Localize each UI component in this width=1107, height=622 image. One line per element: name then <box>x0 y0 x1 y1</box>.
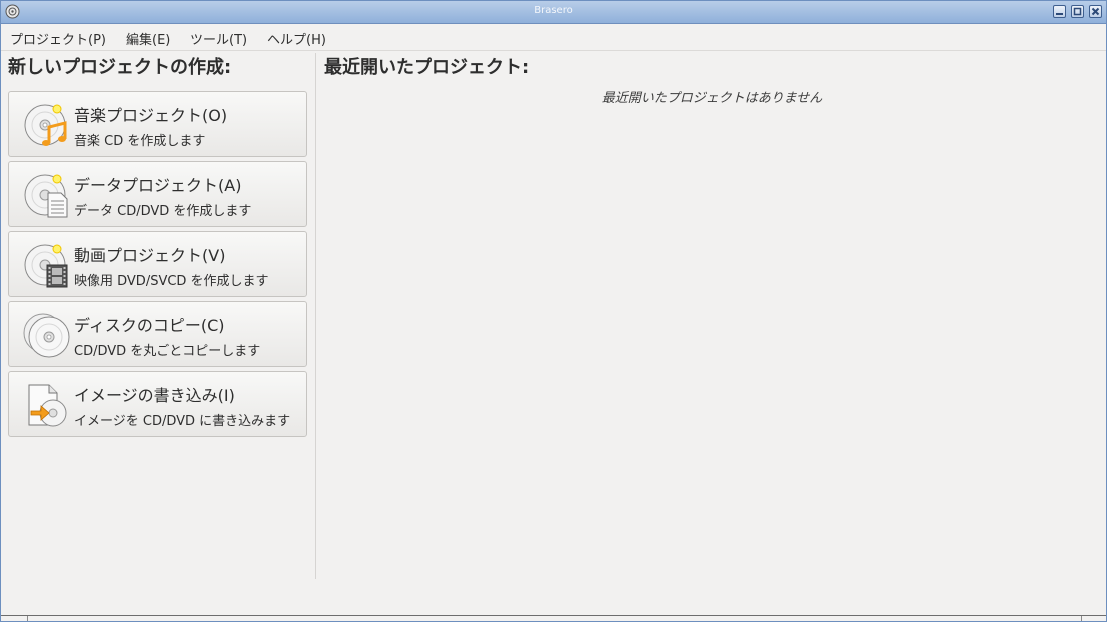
close-button[interactable] <box>1089 5 1102 18</box>
status-separator <box>27 616 28 621</box>
image-burn-label: イメージの書き込み(I) <box>74 386 235 405</box>
close-icon <box>1091 7 1100 16</box>
disc-copy-label: ディスクのコピー(C) <box>74 316 225 335</box>
menu-help[interactable]: ヘルプ(H) <box>267 29 326 48</box>
audio-disc-icon <box>24 104 67 146</box>
disc-copy-icon <box>23 313 70 358</box>
video-project-label: 動画プロジェクト(V) <box>74 246 226 265</box>
minimize-button[interactable] <box>1053 5 1066 18</box>
maximize-button[interactable] <box>1071 5 1084 18</box>
audio-project-desc: 音楽 CD を作成します <box>74 134 206 149</box>
maximize-icon <box>1073 7 1082 16</box>
recent-projects-empty-text: 最近開いたプロジェクトはありません <box>601 91 823 106</box>
app-window: Brasero プロジェクト(P) 編集(E) ツール(T) ヘルプ(H) 新し… <box>0 0 1107 622</box>
pane-divider[interactable] <box>315 53 316 579</box>
image-burn-button[interactable]: イメージの書き込み(I) イメージを CD/DVD に書き込みます <box>8 371 307 437</box>
image-burn-desc: イメージを CD/DVD に書き込みます <box>74 414 291 429</box>
recent-projects-heading: 最近開いたプロジェクト: <box>324 57 530 78</box>
data-project-label: データプロジェクト(A) <box>74 176 242 195</box>
disc-copy-desc: CD/DVD を丸ごとコピーします <box>74 344 261 359</box>
window-title: Brasero <box>534 5 573 16</box>
status-bar <box>1 615 1106 621</box>
data-disc-icon <box>24 174 68 218</box>
audio-project-label: 音楽プロジェクト(O) <box>74 106 228 125</box>
data-project-button[interactable]: データプロジェクト(A) データ CD/DVD を作成します <box>8 161 307 227</box>
status-separator <box>1081 616 1082 621</box>
menu-bar: プロジェクト(P) 編集(E) ツール(T) ヘルプ(H) <box>1 24 1106 51</box>
minimize-icon <box>1056 13 1063 15</box>
audio-project-button[interactable]: 音楽プロジェクト(O) 音楽 CD を作成します <box>8 91 307 157</box>
menu-project[interactable]: プロジェクト(P) <box>10 29 106 48</box>
video-project-button[interactable]: 動画プロジェクト(V) 映像用 DVD/SVCD を作成します <box>8 231 307 297</box>
menu-tools[interactable]: ツール(T) <box>190 29 247 48</box>
menu-edit[interactable]: 編集(E) <box>126 29 170 48</box>
image-burn-icon <box>28 384 67 427</box>
new-project-heading: 新しいプロジェクトの作成: <box>8 57 232 78</box>
data-project-desc: データ CD/DVD を作成します <box>74 204 252 219</box>
video-disc-icon <box>24 244 68 288</box>
title-bar[interactable]: Brasero <box>1 1 1106 24</box>
disc-copy-button[interactable]: ディスクのコピー(C) CD/DVD を丸ごとコピーします <box>8 301 307 367</box>
video-project-desc: 映像用 DVD/SVCD を作成します <box>74 274 269 289</box>
